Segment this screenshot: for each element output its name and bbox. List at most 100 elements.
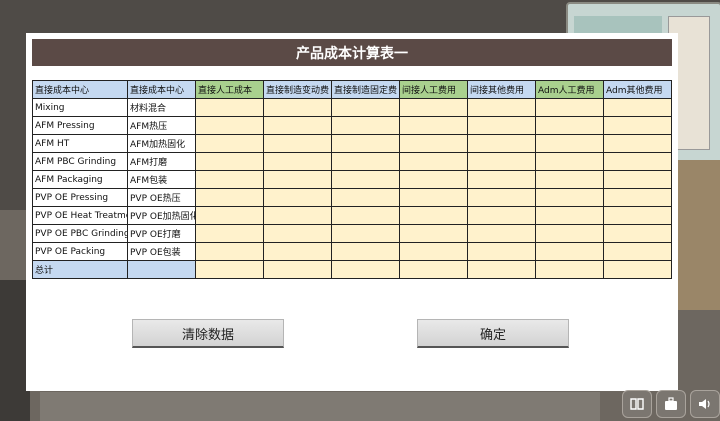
cost-input-cell[interactable] [467, 224, 536, 243]
column-header: 直接成本中心 [32, 80, 128, 99]
cost-input-cell[interactable] [331, 170, 400, 189]
cost-input-cell[interactable] [399, 206, 468, 225]
cost-input-cell[interactable] [603, 116, 672, 135]
cost-input-cell[interactable] [263, 134, 332, 153]
cost-input-cell[interactable] [331, 152, 400, 171]
cost-input-cell[interactable] [535, 170, 604, 189]
column-header: 间接人工费用 [399, 80, 468, 99]
cost-center-cn-cell: PVP OE热压 [127, 188, 196, 207]
cost-input-cell[interactable] [467, 206, 536, 225]
total-value-cell[interactable] [195, 260, 264, 279]
cost-center-en-cell: AFM PBC Grinding [32, 152, 128, 171]
table-row: PVP OE Heat TreatmentPVP OE加热固化 [32, 206, 672, 225]
table-row: AFM PBC Grinding AFM打磨 [32, 152, 672, 171]
table-row: PVP OE Pressing PVP OE热压 [32, 188, 672, 207]
cost-center-en-cell: Mixing [32, 98, 128, 117]
speaker-icon [699, 399, 710, 409]
cost-input-cell[interactable] [331, 206, 400, 225]
cost-input-cell[interactable] [467, 170, 536, 189]
cost-input-cell[interactable] [603, 98, 672, 117]
table-header-row: 直接成本中心 直接成本中心 直接人工成本 直接制造变动费 直接制造固定费 间接人工费用 间接… [32, 80, 672, 99]
cost-input-cell[interactable] [399, 224, 468, 243]
cost-input-cell[interactable] [331, 134, 400, 153]
cost-input-cell[interactable] [535, 188, 604, 207]
cost-input-cell[interactable] [331, 116, 400, 135]
cost-input-cell[interactable] [603, 152, 672, 171]
cost-input-cell[interactable] [603, 170, 672, 189]
cost-input-cell[interactable] [263, 188, 332, 207]
cost-input-cell[interactable] [467, 134, 536, 153]
cost-input-cell[interactable] [331, 188, 400, 207]
cost-input-cell[interactable] [263, 116, 332, 135]
column-header: 直接制造固定费 [331, 80, 400, 99]
cost-input-cell[interactable] [263, 170, 332, 189]
cost-input-cell[interactable] [467, 152, 536, 171]
sound-button[interactable] [690, 390, 720, 418]
cost-input-cell[interactable] [535, 116, 604, 135]
column-header: 直接成本中心 [127, 80, 196, 99]
cost-input-cell[interactable] [603, 206, 672, 225]
total-value-cell[interactable] [263, 260, 332, 279]
briefcase-button[interactable] [656, 390, 686, 418]
cost-input-cell[interactable] [263, 206, 332, 225]
cost-input-cell[interactable] [535, 98, 604, 117]
cost-input-cell[interactable] [195, 116, 264, 135]
cost-input-cell[interactable] [263, 152, 332, 171]
cost-input-cell[interactable] [195, 206, 264, 225]
cost-input-cell[interactable] [535, 242, 604, 261]
cost-input-cell[interactable] [331, 224, 400, 243]
column-header: 直接人工成本 [195, 80, 264, 99]
total-value-cell[interactable] [467, 260, 536, 279]
cost-input-cell[interactable] [195, 134, 264, 153]
total-value-cell[interactable] [603, 260, 672, 279]
column-header: 直接制造变动费 [263, 80, 332, 99]
book-icon [630, 398, 644, 410]
cost-input-cell[interactable] [399, 242, 468, 261]
total-value-cell[interactable] [331, 260, 400, 279]
cost-input-cell[interactable] [399, 134, 468, 153]
dialog-title: 产品成本计算表一 [296, 45, 408, 62]
cost-center-cn-cell: AFM热压 [127, 116, 196, 135]
cost-input-cell[interactable] [603, 134, 672, 153]
cost-calculation-dialog: 产品成本计算表一 直接成本中心 直接成本中心 直接人工成本 直接制造变动费 直接制造固定… [26, 33, 678, 391]
cost-input-cell[interactable] [467, 242, 536, 261]
cost-table-container: 直接成本中心 直接成本中心 直接人工成本 直接制造变动费 直接制造固定费 间接人工费用 间接… [32, 80, 672, 279]
cost-input-cell[interactable] [195, 98, 264, 117]
total-label-cell: 总计 [32, 260, 128, 279]
cost-input-cell[interactable] [467, 116, 536, 135]
cost-input-cell[interactable] [331, 98, 400, 117]
cost-input-cell[interactable] [535, 134, 604, 153]
total-value-cell[interactable] [399, 260, 468, 279]
cost-input-cell[interactable] [603, 224, 672, 243]
cost-input-cell[interactable] [399, 170, 468, 189]
cost-input-cell[interactable] [263, 242, 332, 261]
cost-input-cell[interactable] [195, 224, 264, 243]
cost-input-cell[interactable] [535, 152, 604, 171]
cost-center-en-cell: PVP OE PBC Grinding [32, 224, 128, 243]
cost-input-cell[interactable] [603, 188, 672, 207]
cost-input-cell[interactable] [195, 188, 264, 207]
cost-input-cell[interactable] [195, 170, 264, 189]
cost-input-cell[interactable] [195, 242, 264, 261]
cost-input-cell[interactable] [263, 224, 332, 243]
cost-input-cell[interactable] [399, 152, 468, 171]
cost-center-en-cell: PVP OE Packing [32, 242, 128, 261]
cost-input-cell[interactable] [467, 188, 536, 207]
total-value-cell[interactable] [535, 260, 604, 279]
cost-input-cell[interactable] [331, 242, 400, 261]
cost-center-cn-cell: AFM加热固化 [127, 134, 196, 153]
cost-input-cell[interactable] [535, 224, 604, 243]
cost-input-cell[interactable] [603, 242, 672, 261]
cost-input-cell[interactable] [399, 98, 468, 117]
cost-input-cell[interactable] [535, 206, 604, 225]
cost-input-cell[interactable] [399, 188, 468, 207]
confirm-button[interactable]: 确定 [417, 319, 569, 348]
cost-input-cell[interactable] [195, 152, 264, 171]
cost-input-cell[interactable] [467, 98, 536, 117]
clear-data-button[interactable]: 清除数据 [132, 319, 284, 348]
cost-input-cell[interactable] [263, 98, 332, 117]
cost-table: 直接成本中心 直接成本中心 直接人工成本 直接制造变动费 直接制造固定费 间接人工费用 间接… [32, 80, 672, 279]
cost-input-cell[interactable] [399, 116, 468, 135]
handbook-button[interactable] [622, 390, 652, 418]
table-row: PVP OE Packing PVP OE包装 [32, 242, 672, 261]
